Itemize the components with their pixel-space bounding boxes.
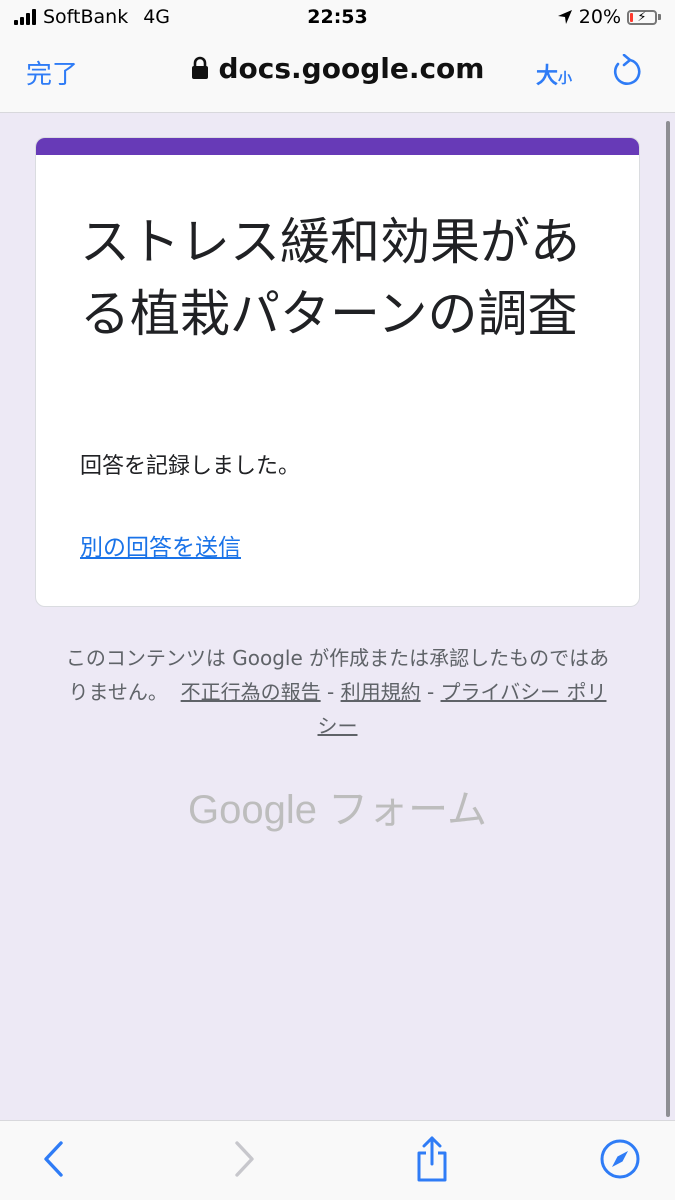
share-icon (417, 1136, 447, 1182)
form-title: ストレス緩和効果がある植栽パターンの調査 (80, 213, 580, 343)
battery-tip (658, 14, 661, 20)
scrollbar[interactable] (666, 121, 670, 1117)
url-text: docs.google.com (218, 52, 485, 85)
chevron-left-icon (44, 1141, 63, 1177)
text-size-button[interactable]: 大小 (536, 58, 572, 90)
submit-another-response-link[interactable]: 別の回答を送信 (80, 528, 241, 562)
browser-toolbar (0, 1120, 675, 1200)
report-abuse-link[interactable]: 不正行為の報告 (181, 680, 321, 704)
response-recorded-message: 回答を記録しました。 (80, 454, 301, 479)
google-wordmark: Google (188, 788, 318, 832)
compass-icon (600, 1139, 640, 1179)
share-button[interactable] (410, 1136, 454, 1182)
terms-link[interactable]: 利用規約 (341, 680, 421, 704)
forms-wordmark: フォーム (328, 788, 487, 832)
back-button[interactable] (32, 1137, 76, 1181)
address-field[interactable]: docs.google.com (0, 52, 675, 85)
separator: - (327, 680, 335, 704)
reload-button[interactable] (610, 53, 642, 88)
form-theme-bar (36, 138, 639, 155)
disclaimer: このコンテンツは Google が作成または承認したものではありません。 不正行… (60, 641, 615, 743)
lock-icon (191, 56, 208, 79)
battery-percent: 20% (578, 6, 621, 28)
form-confirmation-card: ストレス緩和効果がある植栽パターンの調査 回答を記録しました。 別の回答を送信 (35, 137, 640, 607)
chevron-right-icon (235, 1141, 254, 1177)
text-size-small-label: 小 (558, 71, 573, 87)
battery-icon: ⚡ (627, 9, 657, 25)
text-size-big-label: 大 (536, 64, 559, 89)
location-arrow-icon (557, 10, 572, 24)
status-right: 20% ⚡ (557, 6, 661, 28)
safari-button[interactable] (598, 1137, 642, 1181)
web-page-content: ストレス緩和効果がある植栽パターンの調査 回答を記録しました。 別の回答を送信 … (0, 113, 675, 1120)
status-bar: SoftBank 4G 22:53 20% ⚡ (0, 0, 675, 36)
google-forms-logo[interactable]: Google フォーム (0, 777, 675, 835)
charging-bolt-icon: ⚡ (637, 9, 647, 25)
reload-icon (613, 53, 641, 85)
separator: - (426, 680, 435, 704)
forward-button[interactable] (222, 1137, 266, 1181)
browser-url-bar: 完了 docs.google.com 大小 (0, 36, 675, 113)
